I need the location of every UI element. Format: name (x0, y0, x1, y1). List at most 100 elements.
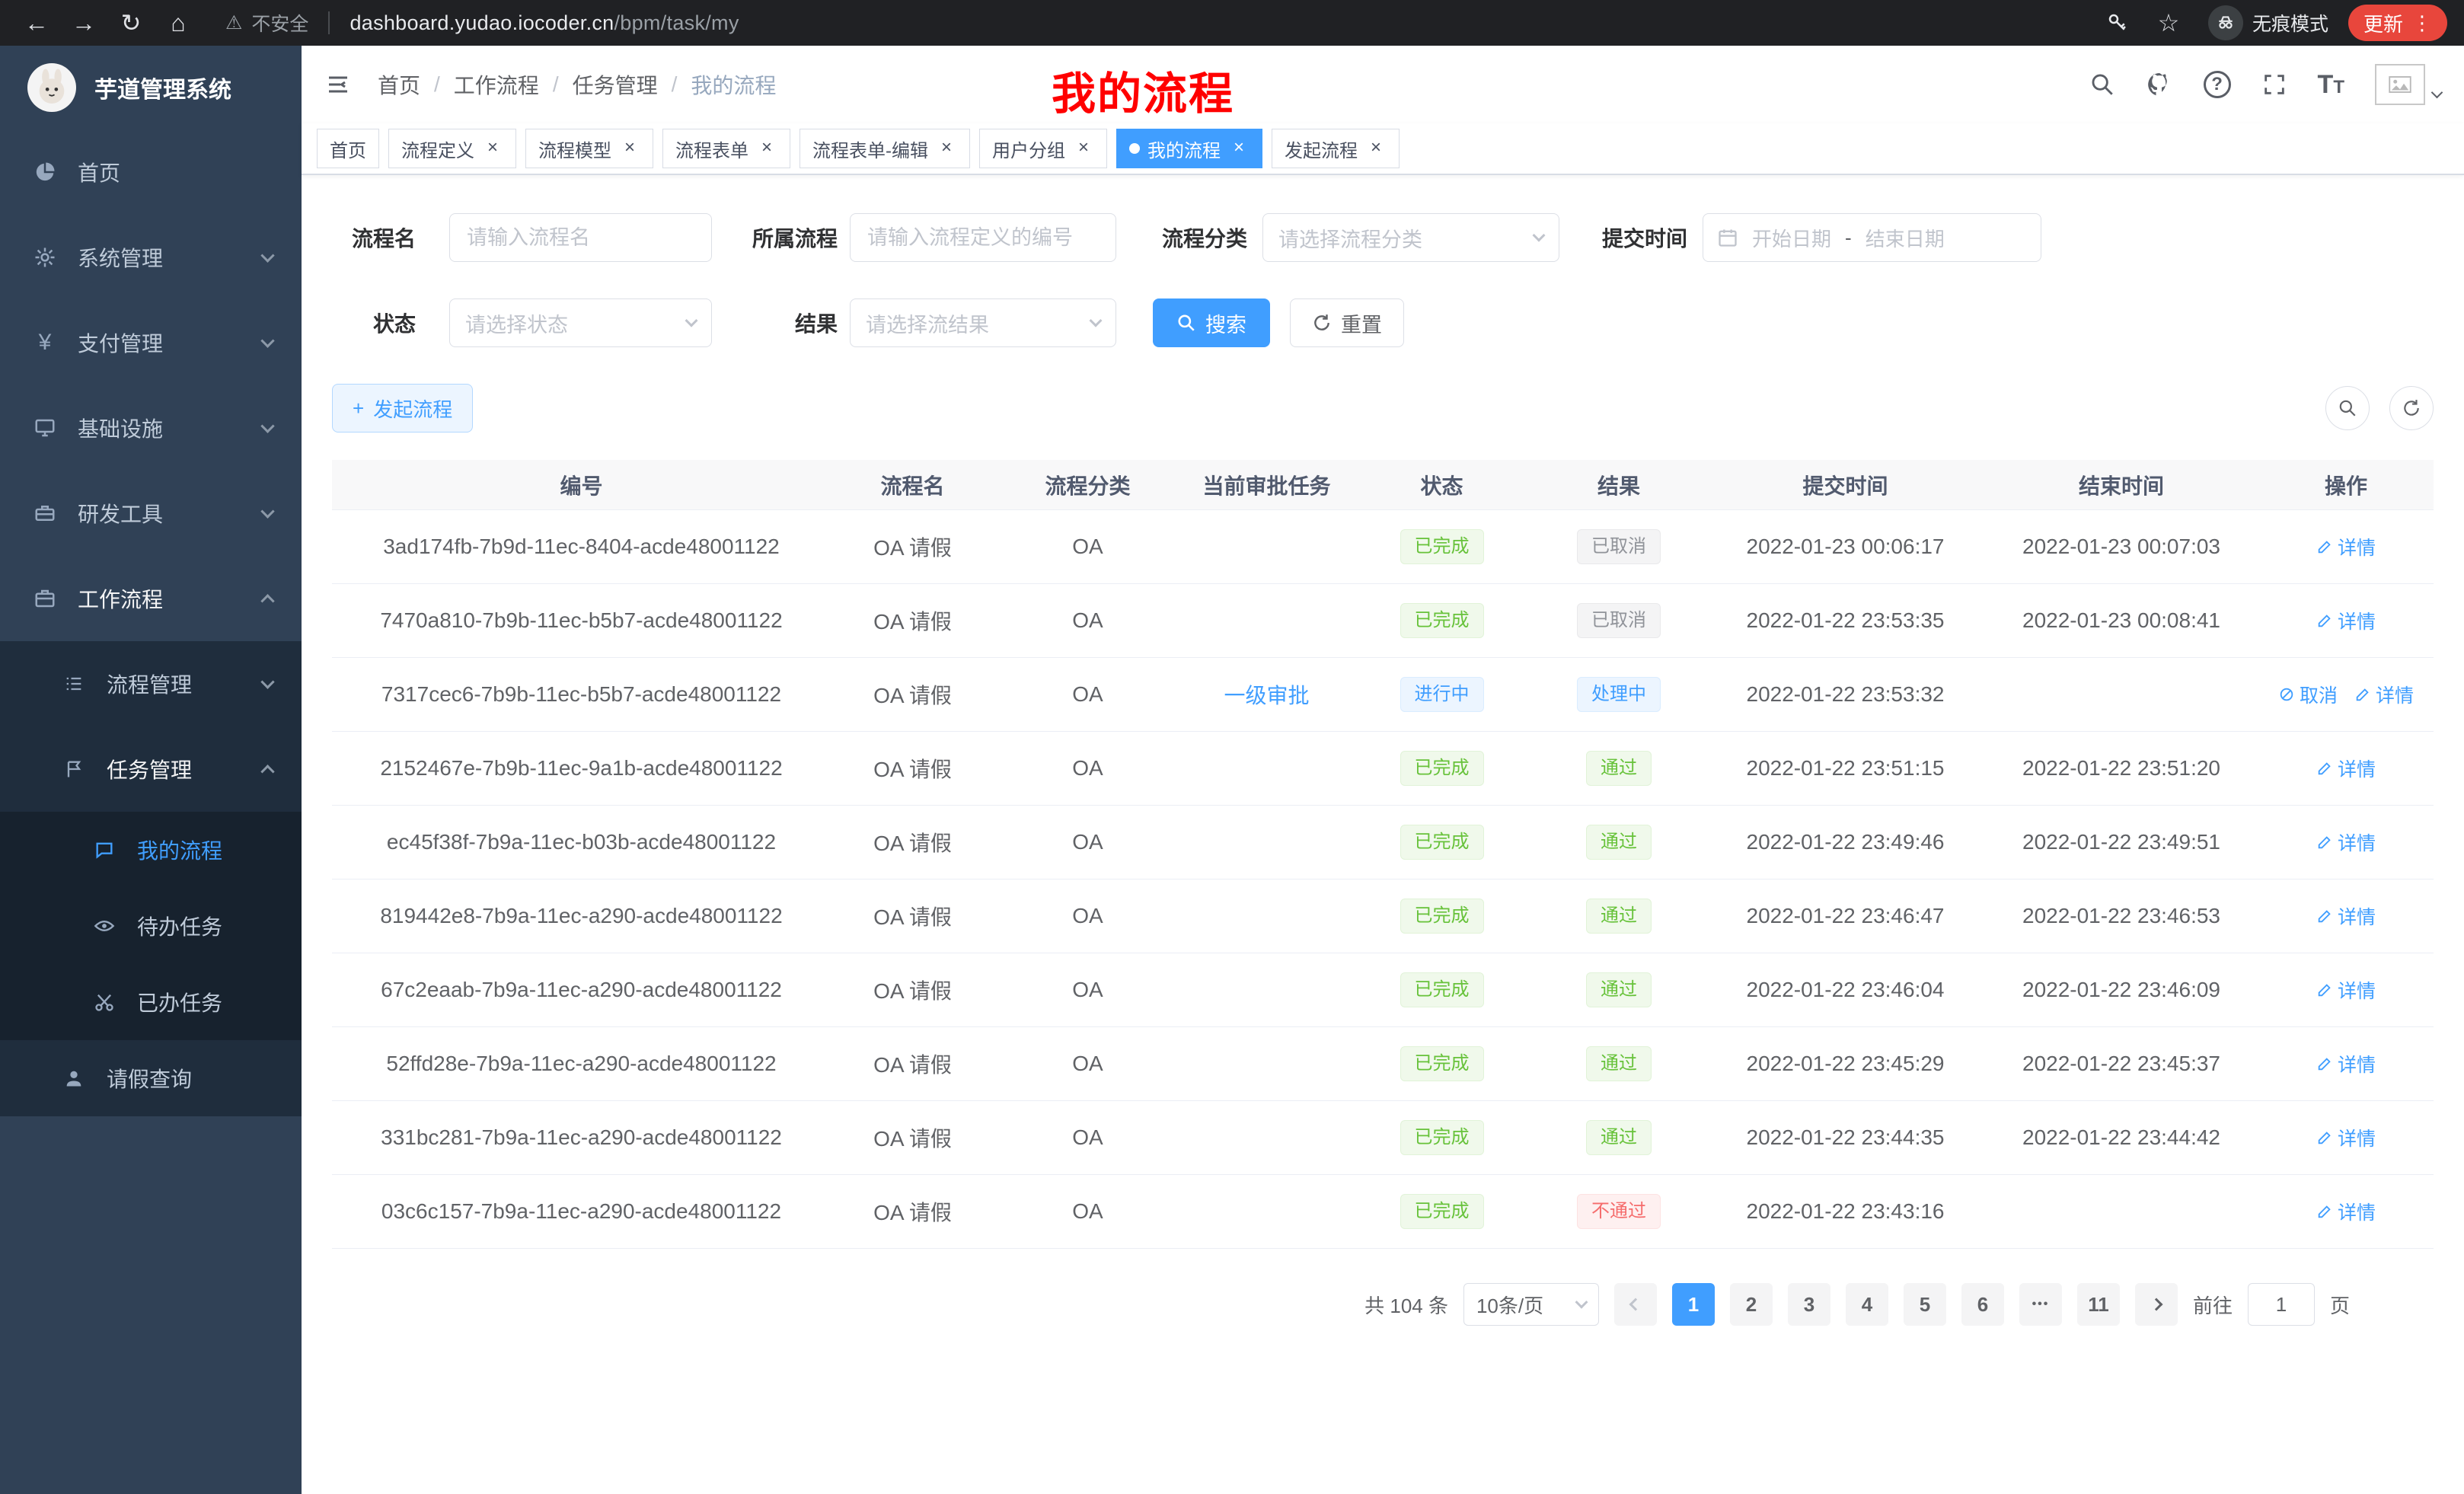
table-row: 7317cec6-7b9b-11ec-b5b7-acde48001122 OA … (332, 658, 2434, 732)
sidebar-item-label: 系统管理 (78, 242, 163, 273)
list-icon (59, 673, 88, 694)
key-icon[interactable] (2106, 11, 2129, 34)
current-task-link[interactable]: 一级审批 (1224, 684, 1309, 707)
submit-time-range-picker[interactable]: 开始日期 - 结束日期 (1703, 213, 2041, 262)
start-process-button[interactable]: + 发起流程 (332, 384, 473, 433)
sidebar-item-payment[interactable]: ¥ 支付管理 (0, 300, 302, 385)
close-icon[interactable]: × (1228, 138, 1250, 159)
reset-button[interactable]: 重置 (1290, 298, 1404, 347)
home-button-icon[interactable]: ⌂ (158, 5, 198, 40)
close-icon[interactable]: × (756, 138, 777, 159)
hamburger-icon[interactable] (324, 71, 352, 98)
close-icon[interactable]: × (619, 138, 640, 159)
cancel-link[interactable]: 取消 (2278, 681, 2338, 708)
sidebar-item-system[interactable]: 系统管理 (0, 215, 302, 300)
sidebar-item-infrastructure[interactable]: 基础设施 (0, 385, 302, 471)
help-icon[interactable]: ? (2204, 71, 2231, 98)
close-icon[interactable]: × (936, 138, 957, 159)
breadcrumb-item[interactable]: 工作流程 (454, 69, 539, 100)
sidebar-item-devtools[interactable]: 研发工具 (0, 471, 302, 556)
page-button[interactable]: 3 (1788, 1283, 1830, 1326)
tag-home[interactable]: 首页 (317, 129, 379, 168)
breadcrumb-separator: / (434, 72, 440, 97)
breadcrumb-item[interactable]: 首页 (378, 69, 420, 100)
prev-page-button[interactable] (1614, 1283, 1657, 1326)
table-row: 52ffd28e-7b9a-11ec-a290-acde48001122 OA … (332, 1027, 2434, 1101)
more-pages-button[interactable]: ••• (2019, 1283, 2062, 1326)
tag-user-group[interactable]: 用户分组× (979, 129, 1107, 168)
process-name-input[interactable] (449, 213, 712, 262)
detail-link[interactable]: 详情 (2316, 1198, 2376, 1225)
back-icon[interactable]: ← (17, 5, 56, 40)
sidebar-item-leave-query[interactable]: 请假查询 (0, 1040, 302, 1116)
font-size-icon[interactable]: TT (2318, 70, 2344, 100)
detail-link[interactable]: 详情 (2316, 607, 2376, 634)
sidebar-item-my-process[interactable]: 我的流程 (0, 812, 302, 888)
close-icon[interactable]: × (1365, 138, 1387, 159)
result-badge: 已取消 (1577, 603, 1661, 638)
next-page-button[interactable] (2135, 1283, 2178, 1326)
tags-view: 首页 流程定义× 流程模型× 流程表单× 流程表单-编辑× 用户分组× 我的流程… (302, 123, 2464, 175)
page-button[interactable]: 11 (2077, 1283, 2120, 1326)
browser-menu-icon[interactable]: ⋮ (2412, 11, 2432, 35)
sidebar-item-workflow[interactable]: 工作流程 (0, 556, 302, 641)
sidebar-item-todo-tasks[interactable]: 待办任务 (0, 888, 302, 964)
detail-link[interactable]: 详情 (2316, 1124, 2376, 1151)
avatar[interactable] (2375, 64, 2441, 105)
sidebar-item-home[interactable]: 首页 (0, 129, 302, 215)
reload-icon[interactable]: ↻ (111, 5, 151, 40)
page-jump-input[interactable] (2248, 1283, 2315, 1326)
search-button[interactable]: 搜索 (1153, 298, 1270, 347)
page-button[interactable]: 5 (1904, 1283, 1946, 1326)
process-def-input[interactable] (850, 213, 1116, 262)
result-select[interactable]: 请选择流结果 (850, 298, 1116, 347)
detail-link[interactable]: 详情 (2316, 902, 2376, 930)
page-button[interactable]: 6 (1961, 1283, 2004, 1326)
detail-link[interactable]: 详情 (2316, 533, 2376, 560)
tag-process-definition[interactable]: 流程定义× (388, 129, 516, 168)
status-select[interactable]: 请选择状态 (449, 298, 712, 347)
github-icon[interactable] (2146, 71, 2173, 98)
search-icon[interactable] (2089, 72, 2115, 97)
detail-link[interactable]: 详情 (2354, 681, 2414, 708)
fullscreen-icon[interactable] (2261, 72, 2287, 97)
status-badge: 已完成 (1400, 751, 1484, 786)
result-label: 结果 (750, 308, 838, 338)
page-button[interactable]: 2 (1730, 1283, 1773, 1326)
result-badge: 通过 (1586, 1046, 1652, 1081)
show-search-button[interactable] (2325, 386, 2370, 430)
chevron-up-icon (260, 765, 274, 778)
page-button[interactable]: 1 (1672, 1283, 1715, 1326)
update-button[interactable]: 更新 ⋮ (2348, 5, 2447, 41)
start-date-placeholder: 开始日期 (1752, 224, 1831, 252)
detail-link[interactable]: 详情 (2316, 755, 2376, 782)
col-result: 结果 (1531, 470, 1706, 500)
detail-link[interactable]: 详情 (2316, 828, 2376, 856)
category-label: 流程分类 (1156, 222, 1247, 253)
chevron-down-icon (260, 248, 274, 262)
close-icon[interactable]: × (482, 138, 503, 159)
tag-process-form[interactable]: 流程表单× (662, 129, 790, 168)
toolbox-icon (30, 502, 59, 525)
page-button[interactable]: 4 (1846, 1283, 1888, 1326)
tag-process-form-edit[interactable]: 流程表单-编辑× (800, 129, 970, 168)
app-logo[interactable]: 芋道管理系统 (0, 46, 302, 129)
incognito-icon (2208, 5, 2243, 40)
sidebar-item-done-tasks[interactable]: 已办任务 (0, 964, 302, 1040)
page-size-select[interactable]: 10条/页 (1463, 1283, 1599, 1326)
category-select[interactable]: 请选择流程分类 (1262, 213, 1559, 262)
sidebar-item-task-management[interactable]: 任务管理 (0, 726, 302, 812)
forward-icon[interactable]: → (64, 5, 104, 40)
security-label[interactable]: 不安全 (251, 9, 308, 37)
address-bar[interactable]: dashboard.yudao.iocoder.cn/bpm/task/my (349, 11, 739, 35)
tag-process-model[interactable]: 流程模型× (525, 129, 653, 168)
detail-link[interactable]: 详情 (2316, 1050, 2376, 1077)
refresh-button[interactable] (2389, 386, 2434, 430)
tag-start-process[interactable]: 发起流程× (1272, 129, 1400, 168)
bookmark-star-icon[interactable]: ☆ (2149, 5, 2188, 40)
close-icon[interactable]: × (1073, 138, 1094, 159)
breadcrumb-item[interactable]: 任务管理 (573, 69, 658, 100)
tag-my-process[interactable]: 我的流程× (1116, 129, 1262, 168)
sidebar-item-process-management[interactable]: 流程管理 (0, 641, 302, 726)
detail-link[interactable]: 详情 (2316, 976, 2376, 1004)
